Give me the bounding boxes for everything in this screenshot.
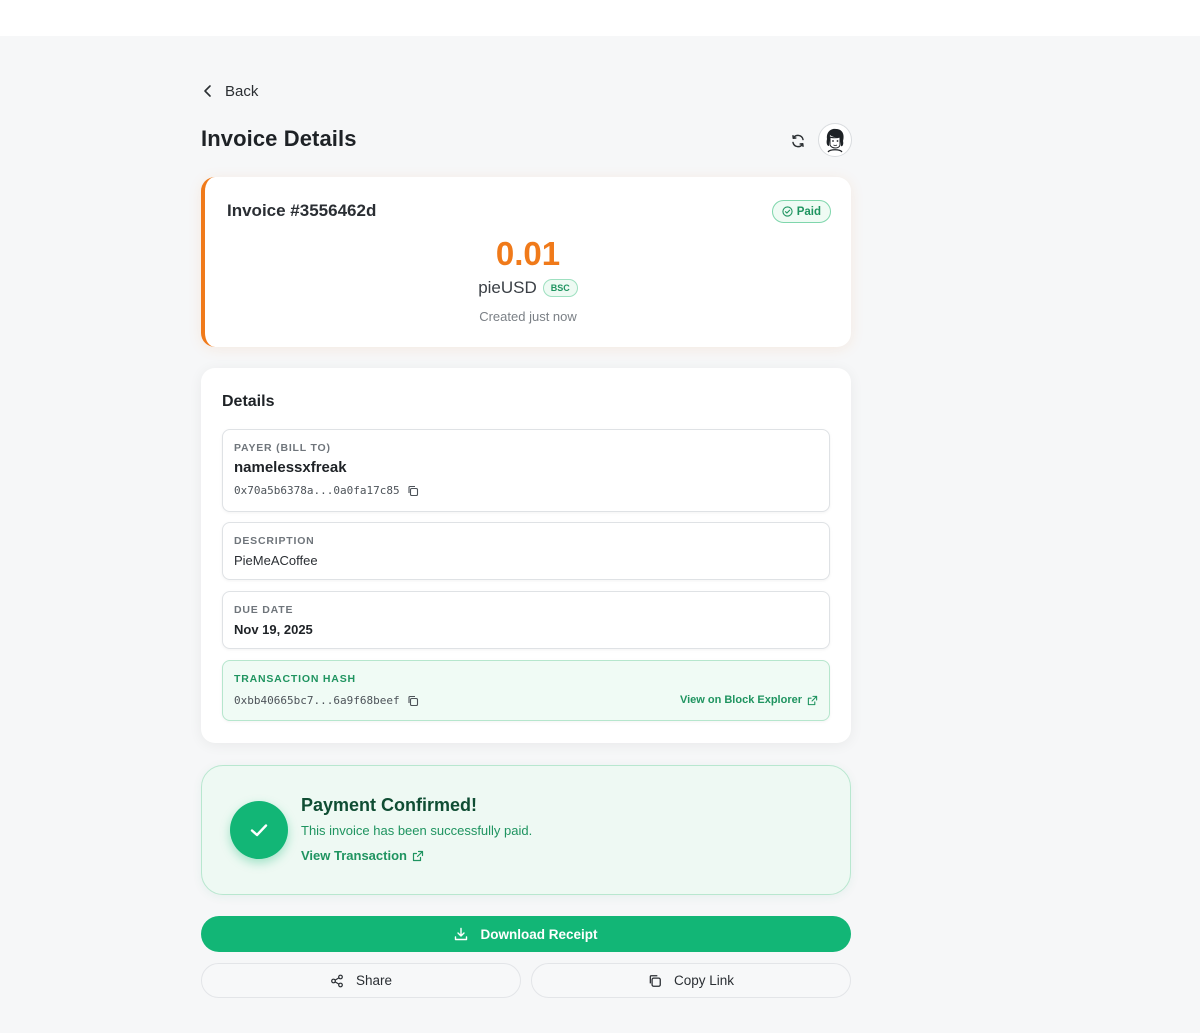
copy-icon[interactable] <box>407 695 419 707</box>
due-date-label: DUE DATE <box>234 604 294 616</box>
copy-icon <box>649 974 661 987</box>
back-label: Back <box>225 82 259 100</box>
copy-icon[interactable] <box>407 485 419 497</box>
tx-hash-label: TRANSACTION HASH <box>234 673 356 685</box>
description-field: DESCRIPTION PieMeACoffee <box>222 522 830 580</box>
due-date-field: DUE DATE Nov 19, 2025 <box>222 591 830 649</box>
top-bar <box>0 0 1200 36</box>
payment-confirmed-card: Payment Confirmed! This invoice has been… <box>201 765 851 895</box>
payer-name: namelessxfreak <box>234 459 347 476</box>
invoice-number: Invoice #3556462d <box>227 201 377 220</box>
payer-label: PAYER (BILL TO) <box>234 442 331 454</box>
chevron-left-icon <box>204 85 211 97</box>
copy-link-label: Copy Link <box>673 973 735 988</box>
payer-address: 0x70a5b6378a...0a0fa17c85 <box>234 484 400 497</box>
status-badge: Paid <box>771 200 831 223</box>
network-badge: BSC <box>542 279 578 297</box>
view-block-explorer-link[interactable]: View on Block Explorer <box>680 694 818 706</box>
view-transaction-link[interactable]: View Transaction <box>301 848 424 863</box>
explorer-link-label: View on Block Explorer <box>679 694 802 706</box>
transaction-hash-field: TRANSACTION HASH 0xbb40665bc7...6a9f68be… <box>222 660 830 721</box>
avatar-illustration <box>826 128 844 153</box>
details-card: Details PAYER (BILL TO) namelessxfreak 0… <box>201 368 851 743</box>
page-title: Invoice Details <box>201 126 357 151</box>
tx-hash: 0xbb40665bc7...6a9f68beef <box>234 694 400 707</box>
checkmark-icon <box>230 801 288 859</box>
tx-hash-row: 0xbb40665bc7...6a9f68beef <box>234 694 419 707</box>
payer-address-row: 0x70a5b6378a...0a0fa17c85 <box>234 484 419 497</box>
download-icon <box>455 927 468 941</box>
copy-link-button[interactable]: Copy Link <box>531 963 851 998</box>
description-label: DESCRIPTION <box>234 535 315 547</box>
refresh-icon <box>792 134 804 148</box>
view-transaction-label: View Transaction <box>301 848 407 863</box>
refresh-button[interactable] <box>787 130 809 152</box>
due-date-value: Nov 19, 2025 <box>234 622 313 637</box>
description-value: PieMeACoffee <box>234 553 318 568</box>
payer-field: PAYER (BILL TO) namelessxfreak 0x70a5b63… <box>222 429 830 512</box>
share-icon <box>331 974 343 987</box>
external-link-icon <box>807 695 818 705</box>
created-time: Created just now <box>479 309 577 324</box>
download-receipt-label: Download Receipt <box>480 926 598 942</box>
external-link-icon <box>412 850 424 861</box>
invoice-summary-card: Invoice #3556462d Paid 0.01 pieUSD BSC C… <box>201 177 851 347</box>
share-label: Share <box>355 973 393 988</box>
back-link[interactable]: Back <box>201 80 258 102</box>
details-title: Details <box>222 393 275 410</box>
token-name: pieUSD <box>478 278 537 297</box>
avatar[interactable] <box>818 123 852 157</box>
download-receipt-button[interactable]: Download Receipt <box>201 916 851 952</box>
share-button[interactable]: Share <box>201 963 521 998</box>
invoice-amount: 0.01 <box>495 235 561 272</box>
status-label: Paid <box>796 205 821 218</box>
confirmation-title: Payment Confirmed! <box>301 795 478 815</box>
check-circle-icon <box>782 206 793 217</box>
confirmation-subtitle: This invoice has been successfully paid. <box>301 823 533 838</box>
token-row: pieUSD BSC <box>205 278 851 298</box>
